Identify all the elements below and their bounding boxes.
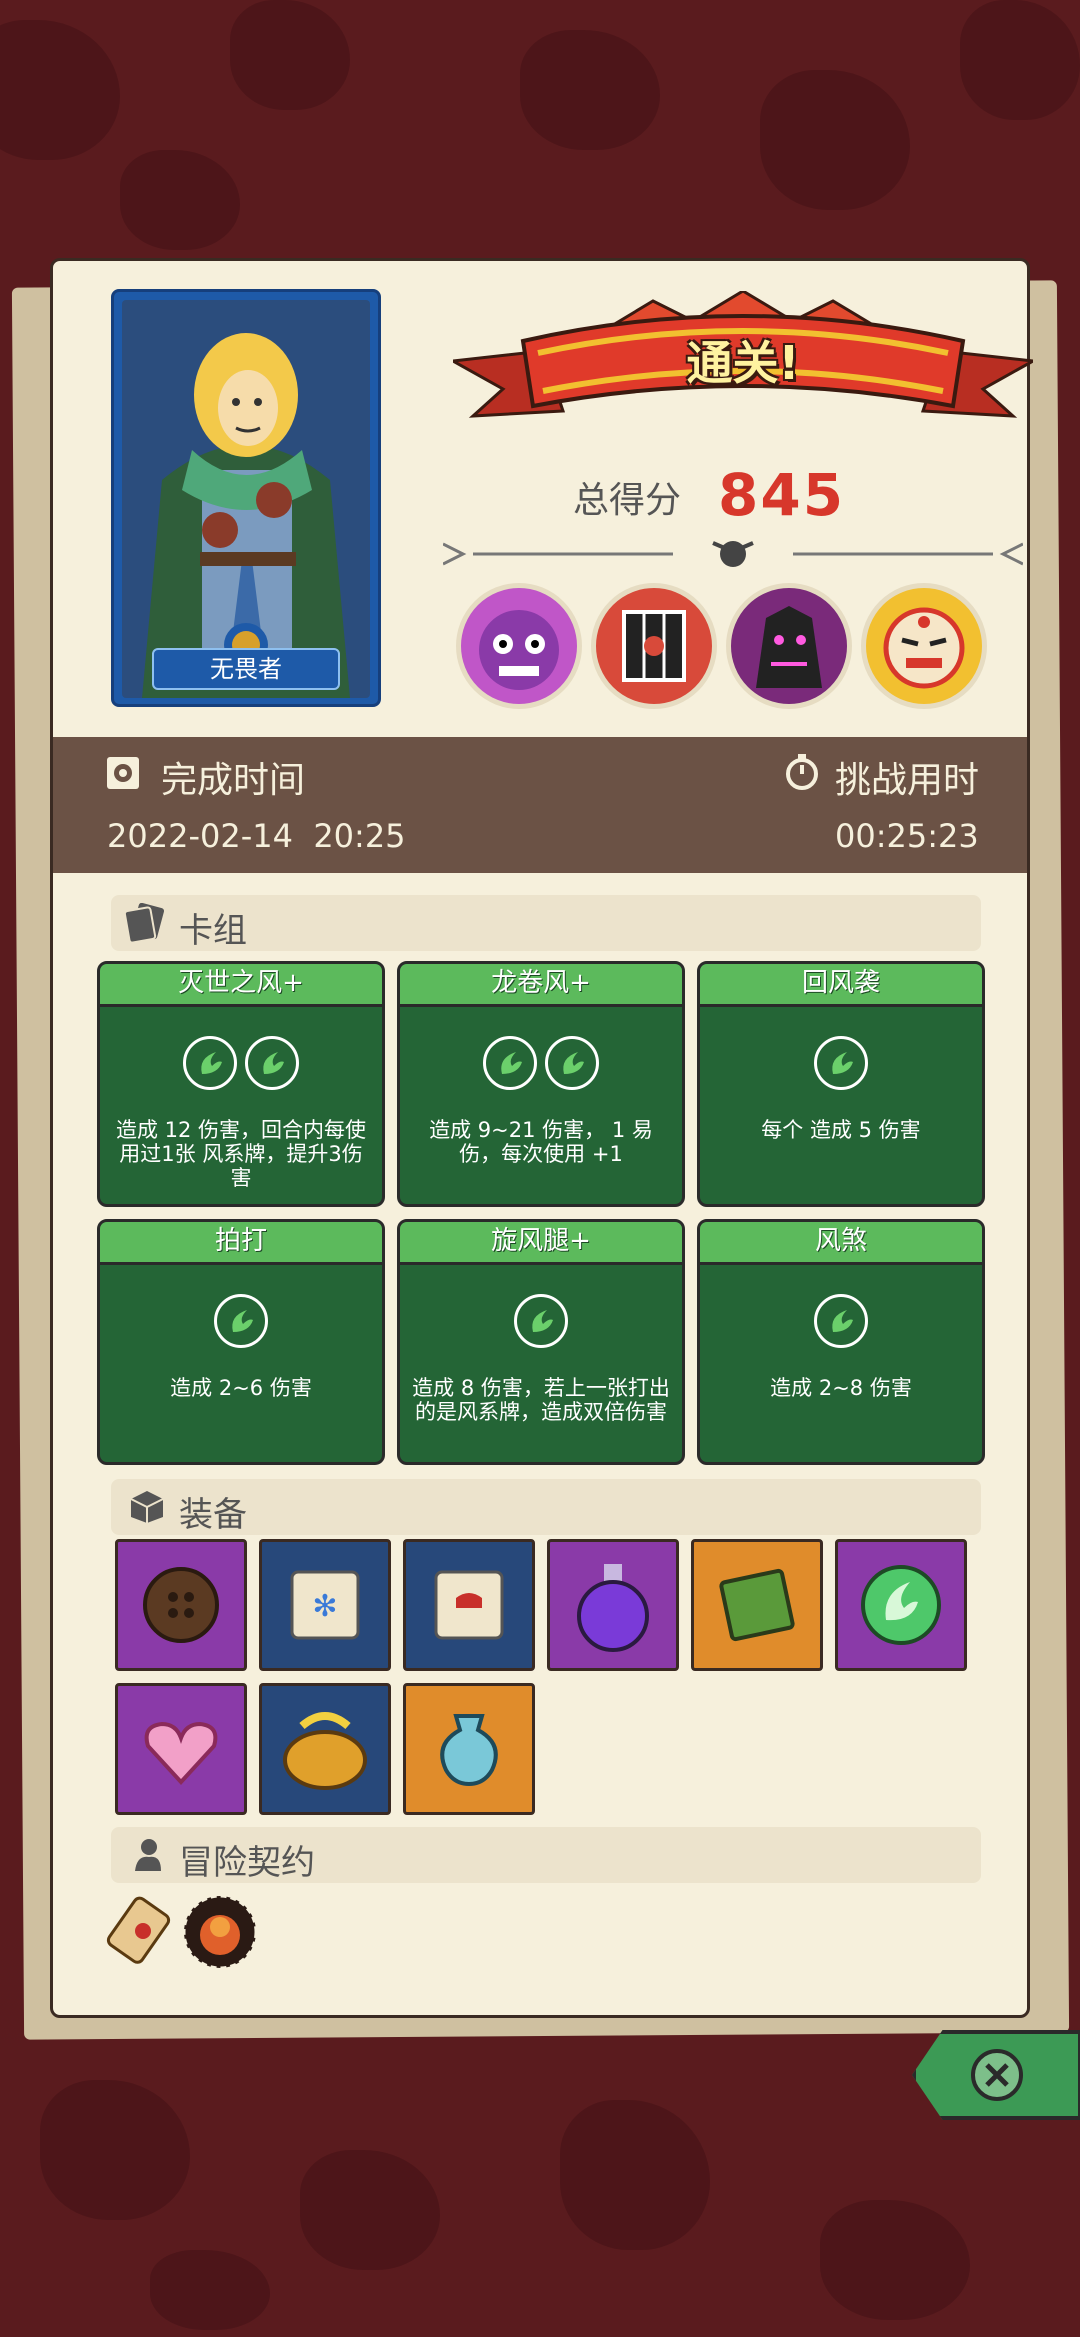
time-band: 完成时间 2022-02-14 20:25 挑战用时 00:25:23 (53, 737, 1027, 873)
calendar-icon (105, 755, 141, 795)
card-name: 风煞 (700, 1222, 982, 1265)
golden-pot-icon[interactable] (259, 1683, 391, 1815)
close-icon (968, 2046, 1026, 2108)
card-name: 回风袭 (700, 964, 982, 1007)
challenge-time-value: 00:25:23 (835, 817, 979, 855)
card-1[interactable]: 灭世之风+ 造成 12 伤害，回合内每使用过1张 风系牌，提升3伤害 (97, 961, 385, 1207)
wind-gem-icon (814, 1294, 868, 1348)
boss-divider (442, 539, 1024, 569)
card-name: 灭世之风+ (100, 964, 382, 1007)
wind-gem-icon[interactable] (835, 1539, 967, 1671)
card-2[interactable]: 龙卷风+ 造成 9~21 伤害， 1 易伤，每次使用 +1 (397, 961, 685, 1207)
wind-gem-icon (245, 1036, 299, 1090)
wind-gem-icon (814, 1036, 868, 1090)
banner-text: 通关! (686, 336, 800, 390)
cube-icon (129, 1489, 165, 1529)
challenge-time-label: 挑战用时 (835, 760, 980, 801)
card-name: 拍打 (100, 1222, 382, 1265)
button-icon[interactable] (115, 1539, 247, 1671)
hero-portrait (122, 300, 370, 698)
equipment-title: 装备 (179, 1495, 247, 1535)
card-name: 龙卷风+ (400, 964, 682, 1007)
svg-text:✻: ✻ (312, 1589, 337, 1624)
card-5[interactable]: 旋风腿+ 造成 8 伤害，若上一张打出的是风系牌，造成双倍伤害 (397, 1219, 685, 1465)
hero-card[interactable]: 无畏者 (111, 289, 381, 707)
card-desc: 每个 造成 5 伤害 (761, 1118, 921, 1142)
complete-time-value: 2022-02-14 20:25 (107, 817, 406, 855)
wind-gem-icon (545, 1036, 599, 1090)
contract-header: 冒险契约 (111, 1827, 981, 1883)
heart-charm-icon[interactable] (115, 1683, 247, 1815)
card-desc: 造成 8 伤害，若上一张打出的是风系牌，造成双倍伤害 (412, 1376, 670, 1424)
blue-vase-icon[interactable] (403, 1683, 535, 1815)
wind-gem-icon (183, 1036, 237, 1090)
boss-purple-demon[interactable] (456, 583, 582, 709)
card-desc: 造成 2~8 伤害 (770, 1376, 912, 1400)
wind-gem-icon (483, 1036, 537, 1090)
wind-gem-icon (214, 1294, 268, 1348)
result-panel: 无畏者 通关! 总得分 845 完成时间 2022-02-14 20:25 挑战… (50, 258, 1038, 2018)
scroll-contract-icon[interactable] (101, 1893, 177, 1977)
card-desc: 造成 12 伤害，回合内每使用过1张 风系牌，提升3伤害 (115, 1118, 367, 1190)
food-plate-icon[interactable] (181, 1893, 259, 1975)
card-name: 旋风腿+ (400, 1222, 682, 1265)
boss-dark-knight[interactable] (726, 583, 852, 709)
hero-name: 无畏者 (152, 648, 340, 690)
boss-cage-robot[interactable] (591, 583, 717, 709)
score-label: 总得分 (573, 480, 682, 521)
ice-scroll-icon[interactable]: ✻ (259, 1539, 391, 1671)
card-desc: 造成 9~21 伤害， 1 易伤，每次使用 +1 (429, 1118, 653, 1166)
card-4[interactable]: 拍打 造成 2~6 伤害 (97, 1219, 385, 1465)
deck-title: 卡组 (179, 911, 247, 951)
stopwatch-icon (783, 753, 821, 795)
boss-sun-mask[interactable] (861, 583, 987, 709)
purple-potion-icon[interactable] (547, 1539, 679, 1671)
cards-icon (123, 902, 167, 947)
moss-book-icon[interactable] (691, 1539, 823, 1671)
card-desc: 造成 2~6 伤害 (170, 1376, 312, 1400)
equipment-header: 装备 (111, 1479, 981, 1535)
card-6[interactable]: 风煞 造成 2~8 伤害 (697, 1219, 985, 1465)
person-icon (133, 1837, 163, 1877)
victory-banner: 通关! (448, 289, 1038, 441)
deck-header: 卡组 (111, 895, 981, 951)
card-3[interactable]: 回风袭 每个 造成 5 伤害 (697, 961, 985, 1207)
contract-title: 冒险契约 (179, 1843, 315, 1883)
close-button[interactable] (912, 2030, 1080, 2120)
score-value: 845 (718, 461, 846, 529)
blood-scroll-icon[interactable] (403, 1539, 535, 1671)
complete-time-label: 完成时间 (161, 760, 306, 801)
wind-gem-icon (514, 1294, 568, 1348)
